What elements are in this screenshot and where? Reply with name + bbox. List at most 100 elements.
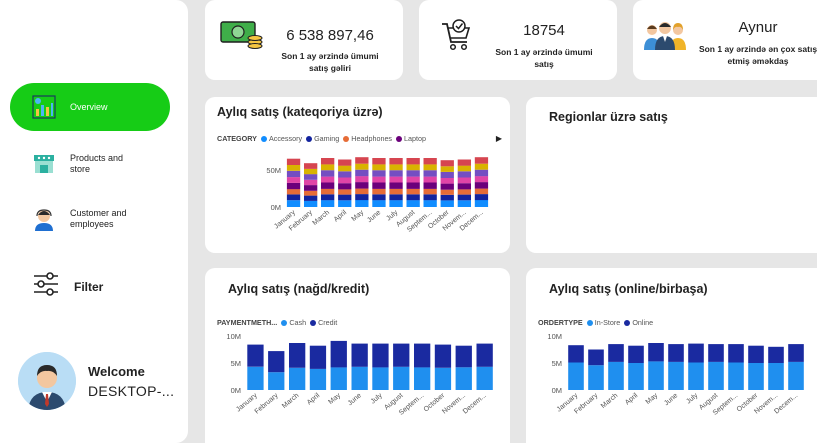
bar-segment-other-6[interactable] — [338, 171, 352, 178]
bar-segment-accessory[interactable] — [321, 200, 335, 207]
bar-segment-in-store[interactable] — [608, 361, 624, 390]
bar-segment-cash[interactable] — [309, 368, 327, 390]
bar-segment-accessory[interactable] — [372, 200, 386, 207]
bar-segment-credit[interactable] — [330, 340, 347, 368]
bar-segment-credit[interactable] — [289, 343, 306, 368]
bar-segment-accessory[interactable] — [406, 200, 420, 207]
bar-segment-other-8[interactable] — [474, 157, 489, 164]
bar-segment-laptop[interactable] — [355, 182, 369, 189]
bar-segment-online[interactable] — [608, 344, 624, 362]
bar-segment-other-7[interactable] — [304, 168, 318, 175]
bar-segment-gaming[interactable] — [355, 194, 369, 201]
bar-segment-headphones[interactable] — [406, 188, 420, 195]
bar-segment-laptop[interactable] — [406, 182, 420, 189]
bar-segment-cash[interactable] — [414, 367, 431, 390]
bar-segment-credit[interactable] — [309, 345, 327, 369]
bar-segment-other-8[interactable] — [338, 159, 352, 166]
bar-segment-other-5[interactable] — [338, 177, 352, 184]
bar-segment-gaming[interactable] — [440, 194, 454, 201]
bar-segment-laptop[interactable] — [423, 182, 437, 189]
bar-segment-online[interactable] — [708, 344, 724, 362]
bar-segment-gaming[interactable] — [406, 194, 420, 201]
bar-segment-headphones[interactable] — [338, 189, 352, 195]
sidebar-item-customers[interactable]: Customer and employees — [10, 195, 170, 243]
bar-segment-credit[interactable] — [268, 351, 285, 373]
bar-segment-gaming[interactable] — [372, 194, 386, 201]
bar-segment-other-7[interactable] — [372, 164, 386, 171]
bar-segment-online[interactable] — [628, 345, 644, 363]
bar-segment-in-store[interactable] — [668, 361, 684, 390]
bar-segment-gaming[interactable] — [304, 195, 318, 201]
bar-segment-other-8[interactable] — [355, 157, 369, 164]
bar-segment-other-6[interactable] — [423, 170, 437, 177]
bar-segment-headphones[interactable] — [355, 188, 369, 195]
bar-segment-accessory[interactable] — [304, 200, 318, 207]
legend-item-laptop[interactable]: Laptop — [396, 134, 426, 143]
bar-segment-cash[interactable] — [351, 366, 368, 390]
legend-item-accessory[interactable]: Accessory — [260, 134, 302, 143]
bar-segment-other-7[interactable] — [457, 165, 471, 172]
bar-segment-gaming[interactable] — [457, 194, 471, 201]
legend-next-arrow-icon[interactable]: ▶ — [496, 134, 502, 143]
bar-segment-in-store[interactable] — [628, 363, 644, 390]
bar-segment-online[interactable] — [668, 344, 684, 362]
bar-segment-other-7[interactable] — [389, 164, 403, 171]
bar-segment-other-7[interactable] — [440, 166, 454, 172]
bar-segment-credit[interactable] — [434, 344, 452, 368]
bar-segment-online[interactable] — [768, 346, 784, 363]
sidebar-item-products[interactable]: Products and store — [10, 140, 170, 188]
bar-segment-cash[interactable] — [393, 366, 410, 390]
bar-segment-other-6[interactable] — [321, 170, 335, 177]
bar-segment-online[interactable] — [788, 344, 804, 362]
bar-segment-other-5[interactable] — [457, 177, 471, 184]
bar-segment-headphones[interactable] — [321, 188, 335, 195]
bar-segment-credit[interactable] — [455, 345, 472, 368]
bar-segment-accessory[interactable] — [355, 200, 369, 207]
bar-segment-gaming[interactable] — [338, 194, 352, 201]
bar-segment-online[interactable] — [648, 343, 664, 362]
bar-segment-laptop[interactable] — [304, 185, 318, 191]
bar-segment-other-7[interactable] — [338, 165, 352, 172]
bar-segment-other-6[interactable] — [389, 170, 403, 177]
legend-item-cash[interactable]: Cash — [281, 318, 306, 327]
bar-segment-other-5[interactable] — [389, 176, 403, 183]
bar-segment-gaming[interactable] — [286, 194, 301, 201]
bar-segment-other-6[interactable] — [304, 174, 318, 180]
bar-segment-other-8[interactable] — [406, 158, 420, 165]
bar-segment-in-store[interactable] — [748, 363, 764, 390]
bar-segment-headphones[interactable] — [457, 189, 471, 195]
legend-item-headphones[interactable]: Headphones — [343, 134, 392, 143]
legend-item-gaming[interactable]: Gaming — [306, 134, 339, 143]
bar-segment-gaming[interactable] — [389, 194, 403, 201]
bar-segment-online[interactable] — [688, 343, 704, 363]
bar-segment-laptop[interactable] — [389, 182, 403, 189]
legend-item-credit[interactable]: Credit — [310, 318, 337, 327]
bar-segment-other-5[interactable] — [372, 176, 386, 183]
bar-segment-other-8[interactable] — [457, 159, 471, 166]
bar-segment-other-5[interactable] — [423, 176, 437, 183]
bar-segment-gaming[interactable] — [423, 194, 437, 201]
bar-segment-other-7[interactable] — [406, 164, 420, 171]
bar-segment-credit[interactable] — [372, 343, 389, 368]
bar-segment-other-6[interactable] — [286, 170, 301, 178]
bar-segment-laptop[interactable] — [321, 182, 335, 189]
bar-segment-other-5[interactable] — [406, 176, 420, 183]
bar-segment-laptop[interactable] — [440, 183, 454, 190]
bar-segment-other-7[interactable] — [286, 165, 301, 171]
bar-segment-accessory[interactable] — [286, 200, 301, 207]
bar-segment-other-6[interactable] — [474, 169, 489, 177]
bar-segment-other-8[interactable] — [321, 158, 335, 165]
bar-segment-laptop[interactable] — [338, 183, 352, 190]
bar-segment-credit[interactable] — [414, 343, 431, 368]
bar-segment-other-7[interactable] — [321, 164, 335, 171]
bar-segment-online[interactable] — [728, 344, 744, 363]
bar-segment-accessory[interactable] — [338, 200, 352, 207]
bar-segment-headphones[interactable] — [389, 188, 403, 195]
bar-segment-in-store[interactable] — [728, 362, 744, 391]
bar-segment-other-6[interactable] — [355, 169, 369, 177]
bar-segment-other-7[interactable] — [474, 163, 489, 170]
bar-segment-gaming[interactable] — [474, 194, 489, 201]
bar-segment-other-8[interactable] — [423, 158, 437, 165]
bar-segment-headphones[interactable] — [423, 188, 437, 195]
bar-segment-in-store[interactable] — [768, 363, 784, 390]
